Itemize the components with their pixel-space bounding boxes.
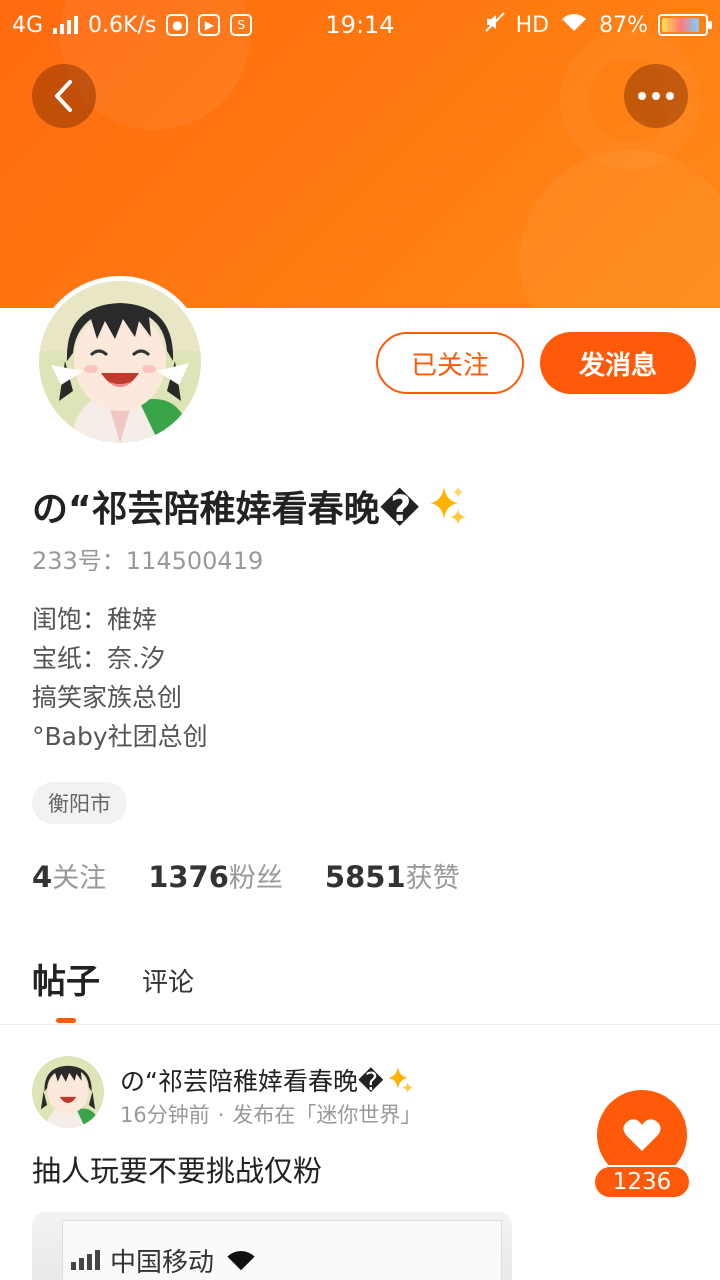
location-tag: 衡阳市 (32, 782, 127, 824)
post-meta: 16分钟前 · 发布在「迷你世界」 (120, 1099, 421, 1129)
like-count: 1236 (593, 1165, 691, 1199)
signal-icon (53, 16, 79, 34)
wifi-icon (227, 1250, 255, 1271)
stat-label: 关注 (52, 863, 107, 894)
profile-name-text: の“祁芸陪稚婞看春晚� (32, 489, 420, 530)
stat-following[interactable]: 4 关注 (32, 856, 106, 895)
post-author-name[interactable]: の“祁芸陪稚婞看春晚� (120, 1062, 416, 1098)
profile-avatar[interactable] (34, 276, 206, 448)
avatar-image (39, 281, 201, 443)
stat-likes[interactable]: 5851 获赞 (325, 856, 460, 895)
sparkle-icon (429, 487, 466, 525)
wifi-icon (559, 11, 589, 39)
meta-separator: · (217, 1103, 225, 1127)
heart-icon (623, 1119, 661, 1151)
stat-number: 4 (32, 860, 53, 894)
back-button[interactable] (32, 64, 96, 128)
network-label: 4G (12, 12, 44, 38)
divider (0, 1024, 720, 1025)
stat-number: 1376 (148, 860, 229, 894)
followed-button[interactable]: 已关注 (376, 332, 524, 394)
stat-followers[interactable]: 1376 粉丝 (148, 856, 283, 895)
app-notification-icon: ● (166, 14, 189, 36)
tab-posts[interactable]: 帖子 (32, 954, 100, 1003)
post-image-text: 中国移动 (110, 1247, 215, 1278)
bio-line: 宝纸：奈.汐 (32, 644, 165, 673)
stat-number: 5851 (324, 860, 406, 894)
post-title[interactable]: 抽人玩要不要挑战仅粉 (32, 1148, 322, 1190)
stat-label: 获赞 (405, 863, 460, 894)
stat-label: 粉丝 (228, 863, 283, 894)
tab-indicator (56, 1018, 76, 1023)
battery-percent: 87% (599, 12, 648, 38)
profile-page: 4G 0.6K/s ● ▶ S 19:14 HD 87% 已关注 发消息 の“祁… (0, 0, 720, 1280)
status-bar: 4G 0.6K/s ● ▶ S 19:14 HD 87% (0, 0, 720, 50)
profile-name: の“祁芸陪稚婞看春晚� (32, 480, 470, 532)
network-speed: 0.6K/s (88, 12, 157, 38)
post-location[interactable]: 发布在「迷你世界」 (232, 1103, 421, 1127)
send-message-button[interactable]: 发消息 (540, 332, 696, 394)
tab-comments[interactable]: 评论 (142, 962, 194, 999)
mute-icon (484, 11, 506, 39)
bio-line: 搞笑家族总创 (32, 683, 183, 712)
post-image[interactable]: 中国移动 (32, 1212, 512, 1280)
play-notification-icon: ▶ (198, 14, 221, 36)
hd-label: HD (515, 12, 550, 38)
s-notification-icon: S (230, 14, 253, 36)
profile-stats: 4 关注 1376 粉丝 5851 获赞 (32, 856, 460, 895)
profile-bio: 闺饱：稚婞 宝纸：奈.汐 搞笑家族总创 °Baby社团总创 (32, 600, 208, 756)
bio-line: °Baby社团总创 (32, 722, 208, 751)
user-id: 233号：114500419 (32, 547, 264, 575)
post-author-avatar[interactable] (32, 1056, 104, 1128)
battery-icon (658, 14, 712, 36)
post-author-text: の“祁芸陪稚婞看春晚� (120, 1067, 384, 1096)
sparkle-icon (387, 1066, 413, 1094)
chevron-left-icon (55, 80, 72, 112)
post-time: 16分钟前 (120, 1103, 210, 1127)
more-dots-icon (638, 92, 674, 100)
signal-icon (71, 1250, 100, 1270)
bio-line: 闺饱：稚婞 (32, 605, 158, 634)
more-button[interactable] (624, 64, 688, 128)
